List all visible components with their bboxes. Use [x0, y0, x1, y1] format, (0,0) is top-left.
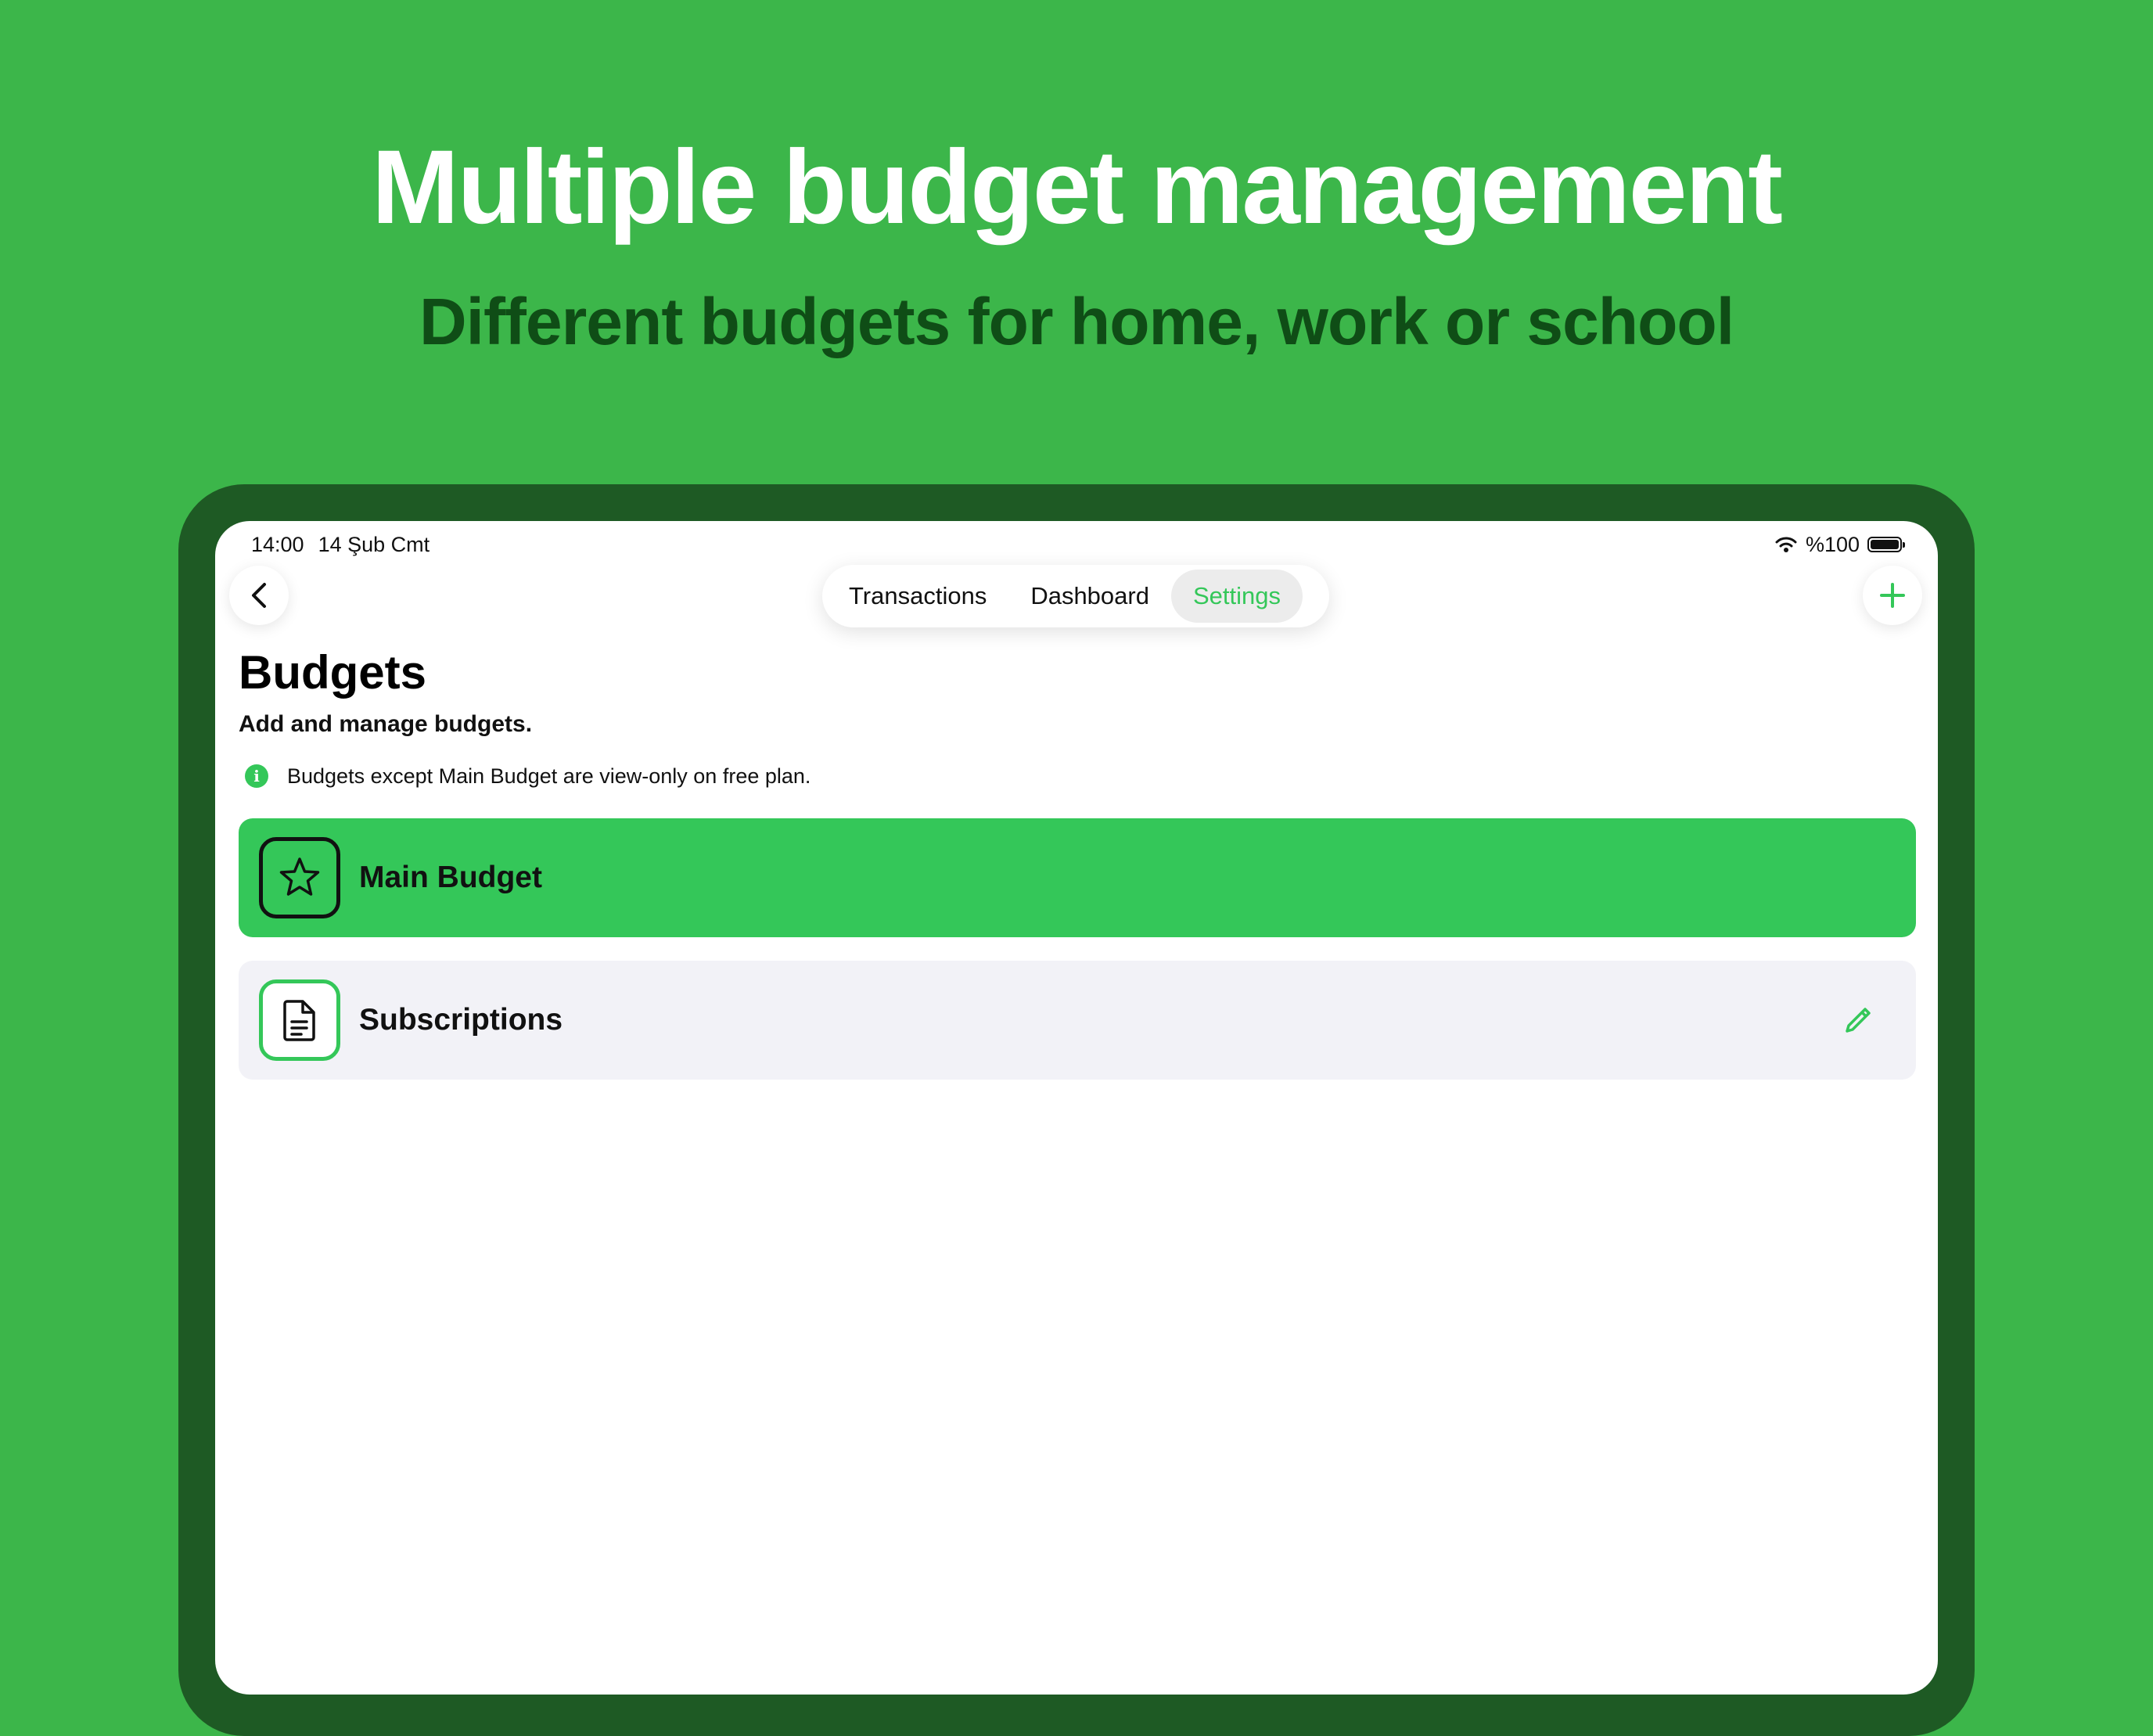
status-bar-left: 14:00 14 Şub Cmt — [251, 529, 444, 560]
back-button[interactable] — [229, 566, 289, 625]
battery-percentage: %100 — [1805, 532, 1860, 556]
app-screen: 14:00 14 Şub Cmt %100 Transactions Dashbo… — [215, 521, 1938, 1695]
battery-icon — [1867, 537, 1905, 552]
status-bar-right: %100 — [1774, 529, 1905, 560]
info-icon: i — [245, 764, 268, 788]
pencil-icon[interactable] — [1839, 1001, 1877, 1039]
plus-icon — [1880, 583, 1905, 608]
tab-dashboard[interactable]: Dashboard — [1008, 570, 1171, 623]
budget-icon-tile — [259, 837, 340, 918]
star-icon — [279, 857, 320, 896]
hero-title: Multiple budget management — [372, 129, 1783, 246]
status-time: 14:00 — [251, 533, 304, 556]
hero-subtitle: Different budgets for home, work or scho… — [419, 285, 1734, 358]
wifi-icon — [1775, 537, 1797, 552]
document-icon — [283, 1000, 315, 1041]
page-title: Budgets — [239, 646, 426, 699]
plan-notice: i Budgets except Main Budget are view-on… — [245, 760, 811, 792]
tab-transactions[interactable]: Transactions — [827, 570, 1008, 623]
notice-text: Budgets except Main Budget are view-only… — [287, 764, 811, 788]
tab-settings[interactable]: Settings — [1170, 570, 1303, 623]
budget-row-subscriptions[interactable]: Subscriptions — [239, 961, 1916, 1080]
page-description: Add and manage budgets. — [239, 711, 533, 737]
segmented-tab-bar: Transactions Dashboard Settings — [822, 565, 1329, 627]
add-budget-button[interactable] — [1863, 566, 1922, 625]
chevron-left-icon — [252, 583, 266, 608]
budget-name: Subscriptions — [359, 1003, 563, 1037]
budget-row-main-budget[interactable]: Main Budget — [239, 818, 1916, 937]
status-date: 14 Şub Cmt — [318, 533, 430, 556]
budget-icon-tile — [259, 979, 340, 1061]
budget-name: Main Budget — [359, 861, 542, 894]
